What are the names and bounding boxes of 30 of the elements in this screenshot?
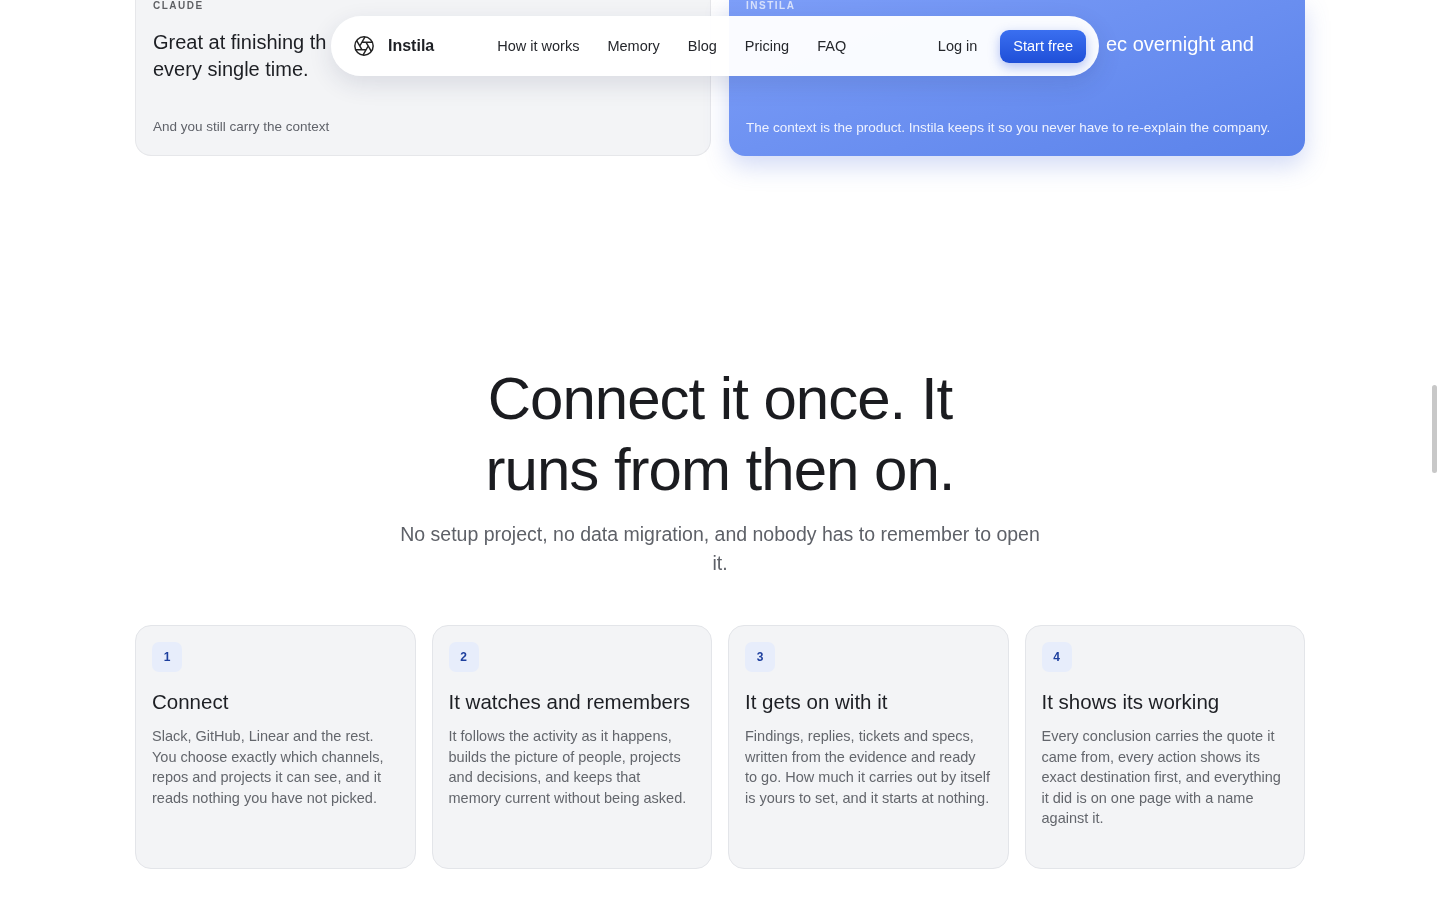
card-text: And you still carry the context	[153, 118, 330, 136]
brand-name[interactable]: Instila	[388, 37, 435, 55]
step-title: It watches and remembers	[448, 689, 691, 715]
step-number: 2	[448, 642, 479, 672]
step-title: It gets on with it	[745, 689, 888, 715]
start-free-button[interactable]: Start free	[1000, 29, 1086, 63]
card-title: Great at finishing th every single time.	[153, 30, 327, 82]
aperture-icon	[353, 35, 375, 57]
nav-link[interactable]: Memory	[607, 38, 660, 54]
card-text: The context is the product. Instila keeps it so you never have to re-explain the company.	[746, 119, 1271, 137]
section-heading: Connect it once. It runs from then on.	[484, 364, 956, 505]
step-number: 4	[1041, 642, 1072, 672]
step-title: Connect	[152, 689, 229, 715]
card-label: INSTILA	[746, 0, 796, 11]
section-subtitle: No setup project, no data migration, and nobody has to remember to open it.	[400, 522, 1040, 576]
step-text: Slack, GitHub, Linear and the rest. You choose exactly which channels, repos and projects it can see, and it reads nothing you have not picked.	[152, 727, 385, 808]
step-text: Every conclusion carries the quote it came from, every action shows its exact destination first, and everything it did is on one page with a name against it.	[1041, 727, 1282, 828]
nav-link[interactable]: Blog	[687, 38, 717, 54]
step-number: 1	[152, 642, 182, 672]
step-text: Findings, replies, tickets and specs, written from the evidence and ready to go. How much it carries out by itself is yours to set, and it starts at nothing.	[745, 727, 991, 808]
login-link[interactable]: Log in	[937, 38, 978, 54]
scrollbar-thumb[interactable]	[1432, 385, 1437, 473]
step-text: It follows the activity as it happens, builds the picture of people, projects and decisions, and keeps that memory current without being asked.	[448, 727, 688, 808]
card-title: ec overnight and	[1106, 32, 1254, 57]
nav-link[interactable]: FAQ	[817, 38, 847, 54]
card-label: CLAUDE	[153, 0, 204, 11]
step-number: 3	[745, 642, 775, 672]
nav-link[interactable]: Pricing	[744, 38, 790, 54]
nav-link[interactable]: How it works	[497, 38, 580, 54]
step-title: It shows its working	[1041, 689, 1220, 715]
